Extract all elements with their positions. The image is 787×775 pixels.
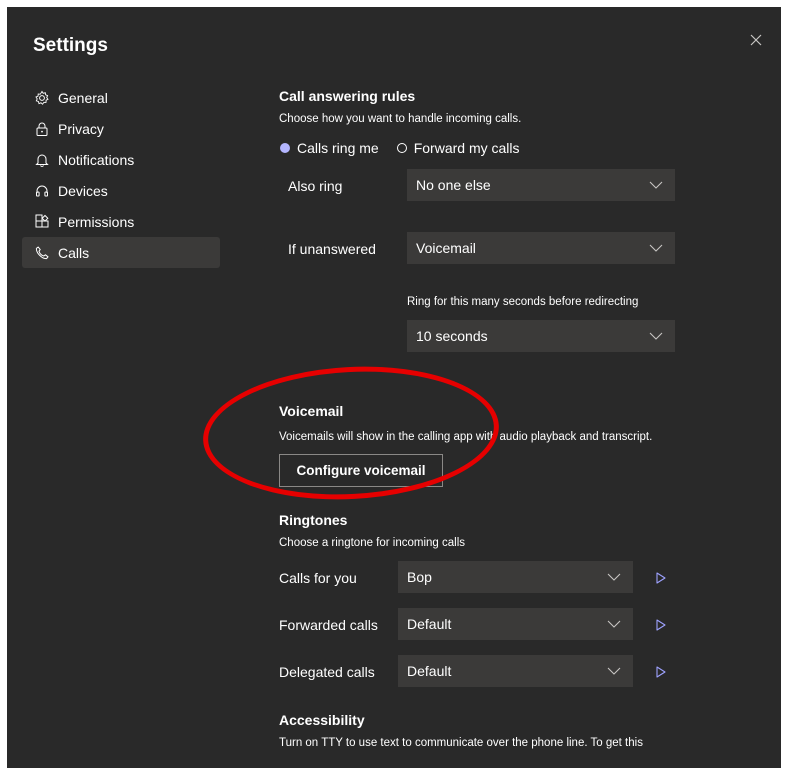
sidebar-item-label: Devices: [58, 182, 108, 199]
chevron-down-icon: [607, 667, 621, 675]
dialog-title: Settings: [33, 35, 108, 56]
ringtone-dropdown-calls-for-you[interactable]: Bop: [398, 561, 633, 593]
also-ring-value: No one else: [416, 177, 491, 193]
bell-icon: [34, 152, 50, 168]
if-unanswered-value: Voicemail: [416, 240, 476, 256]
radio-calls-ring-me[interactable]: Calls ring me: [280, 140, 379, 156]
call-answering-heading: Call answering rules: [279, 88, 416, 104]
lock-icon: [34, 121, 50, 137]
call-answering-description: Choose how you want to handle incoming c…: [279, 113, 522, 125]
sidebar-item-label: Permissions: [58, 213, 135, 230]
sidebar-item-label: Privacy: [58, 120, 104, 137]
settings-dialog: Settings General Privacy Notifications D…: [7, 7, 781, 768]
ring-seconds-value: 10 seconds: [416, 328, 488, 344]
ring-seconds-label: Ring for this many seconds before redire…: [407, 296, 639, 308]
ringtone-dropdown-delegated-calls[interactable]: Default: [398, 655, 633, 687]
sidebar-item-devices[interactable]: Devices: [22, 175, 220, 206]
sidebar-item-label: Notifications: [58, 151, 135, 168]
radio-label: Calls ring me: [297, 140, 379, 156]
chevron-down-icon: [649, 332, 663, 340]
play-ringtone-calls-for-you[interactable]: [654, 571, 668, 585]
phone-icon: [34, 245, 50, 261]
radio-label: Forward my calls: [413, 140, 520, 156]
sidebar-item-calls[interactable]: Calls: [22, 237, 220, 268]
play-ringtone-delegated-calls[interactable]: [654, 665, 668, 679]
chevron-down-icon: [607, 573, 621, 581]
if-unanswered-label: If unanswered: [288, 241, 376, 257]
ring-seconds-dropdown[interactable]: 10 seconds: [407, 320, 675, 352]
sidebar-item-permissions[interactable]: Permissions: [22, 206, 220, 237]
sidebar-item-notifications[interactable]: Notifications: [22, 144, 220, 175]
ringtone-value: Default: [407, 616, 452, 632]
play-icon: [654, 618, 668, 632]
calls-settings-panel: Call answering rules Choose how you want…: [278, 7, 778, 768]
voicemail-heading: Voicemail: [279, 403, 344, 419]
ringtone-label-calls-for-you: Calls for you: [279, 570, 357, 586]
sidebar-item-general[interactable]: General: [22, 82, 220, 113]
ringtones-heading: Ringtones: [279, 512, 348, 528]
also-ring-dropdown[interactable]: No one else: [407, 169, 675, 201]
ringtones-description: Choose a ringtone for incoming calls: [279, 537, 466, 549]
play-ringtone-forwarded-calls[interactable]: [654, 618, 668, 632]
radio-forward-my-calls[interactable]: Forward my calls: [396, 140, 520, 156]
accessibility-heading: Accessibility: [279, 712, 365, 728]
configure-voicemail-button[interactable]: Configure voicemail: [279, 454, 443, 487]
sidebar-item-privacy[interactable]: Privacy: [22, 113, 220, 144]
apps-icon: [34, 214, 50, 230]
settings-sidebar: General Privacy Notifications Devices Pe…: [22, 82, 220, 268]
also-ring-label: Also ring: [288, 178, 343, 194]
if-unanswered-dropdown[interactable]: Voicemail: [407, 232, 675, 264]
play-icon: [654, 571, 668, 585]
voicemail-description: Voicemails will show in the calling app …: [279, 431, 653, 443]
radio-selected-indicator: [280, 143, 290, 153]
ringtone-value: Default: [407, 663, 452, 679]
ringtone-label-delegated-calls: Delegated calls: [279, 664, 375, 680]
gear-icon: [34, 90, 50, 106]
radio-unselected-indicator: [396, 143, 407, 153]
accessibility-description: Turn on TTY to use text to communicate o…: [279, 737, 643, 749]
ringtone-dropdown-forwarded-calls[interactable]: Default: [398, 608, 633, 640]
ringtone-label-forwarded-calls: Forwarded calls: [279, 617, 378, 633]
chevron-down-icon: [607, 620, 621, 628]
chevron-down-icon: [649, 181, 663, 189]
call-answering-options: Calls ring me Forward my calls: [280, 140, 538, 156]
headset-icon: [34, 183, 50, 199]
chevron-down-icon: [649, 244, 663, 252]
play-icon: [654, 665, 668, 679]
sidebar-item-label: Calls: [58, 244, 90, 261]
sidebar-item-label: General: [58, 89, 108, 106]
ringtone-value: Bop: [407, 569, 432, 585]
